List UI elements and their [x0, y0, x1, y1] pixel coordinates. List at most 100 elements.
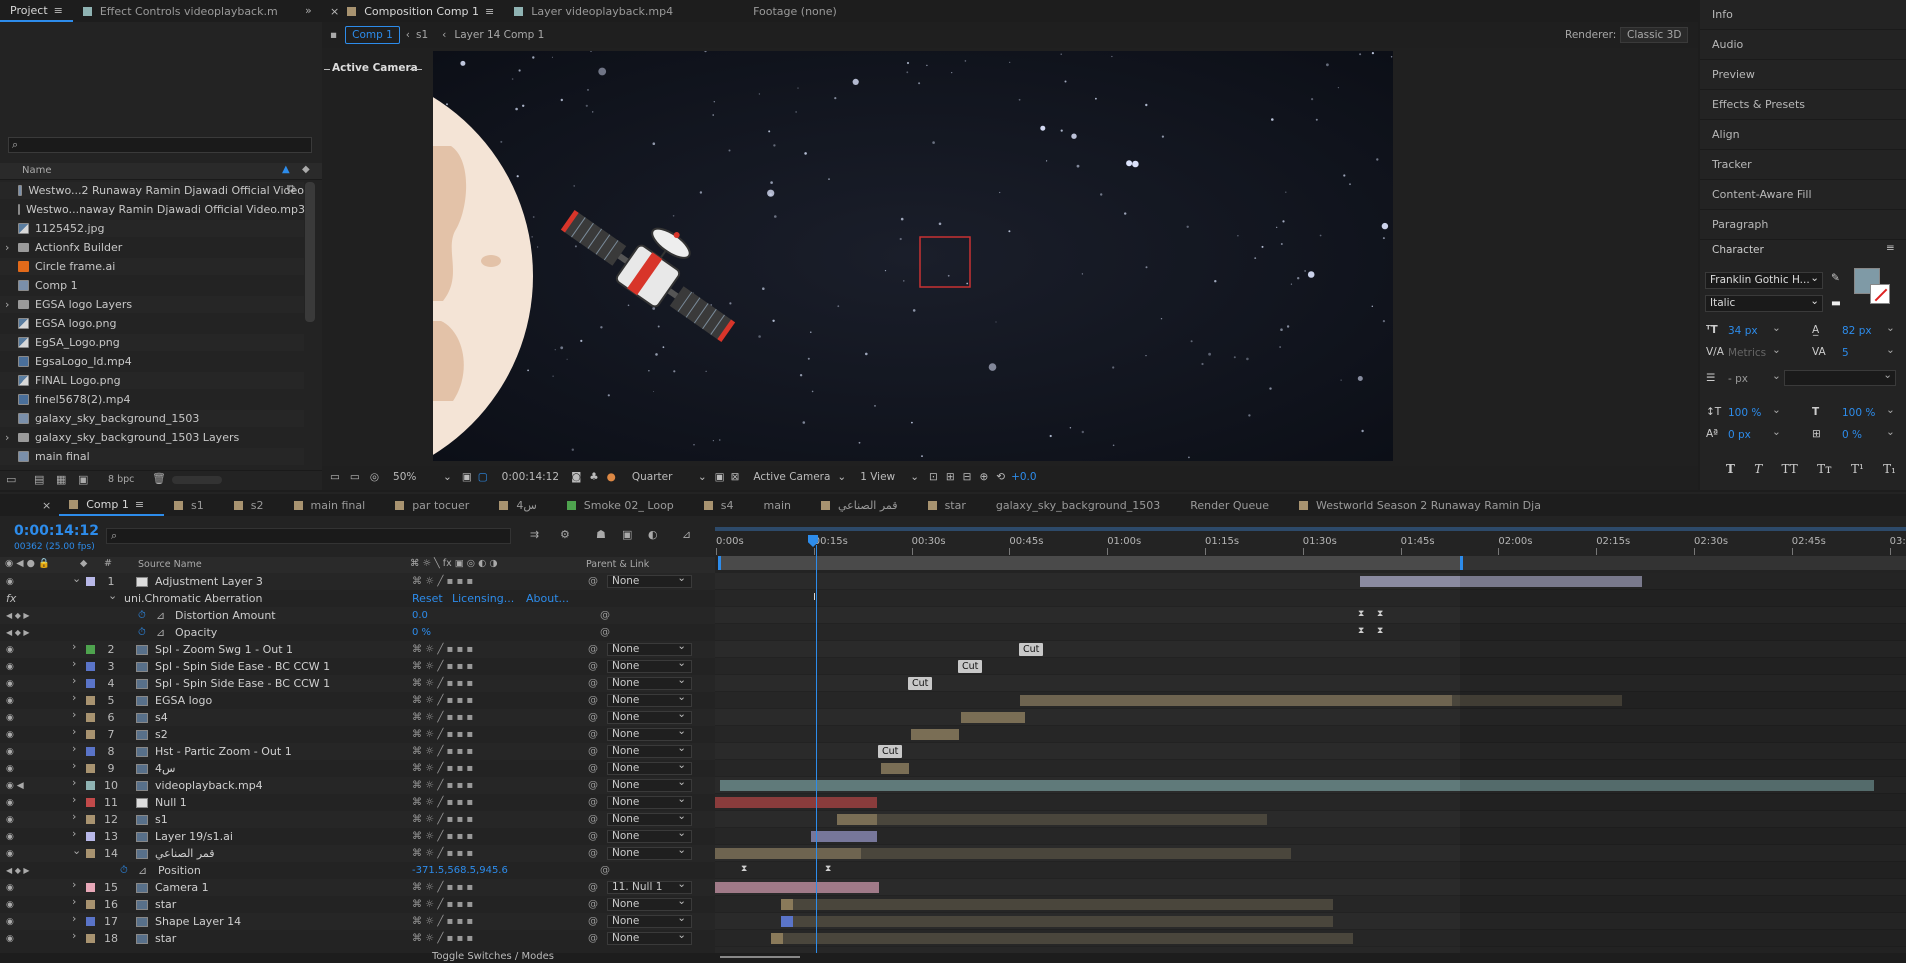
parent-dropdown[interactable]: None [607, 743, 692, 758]
project-item[interactable]: finel5678(2).mp4 [0, 391, 304, 408]
layer-name[interactable]: star [155, 932, 176, 945]
layer-row[interactable]: ◉ ⌄ 14 قمر الصناعي ⌘ ☼ ╱ ▪ ▪ ▪ @ None [0, 844, 715, 862]
menu-icon[interactable]: ≡ [485, 5, 494, 18]
panel-audio[interactable]: Audio [1700, 30, 1906, 60]
project-search-input[interactable]: ⌕ [8, 137, 312, 153]
layer-duration-bar[interactable] [1020, 695, 1452, 706]
layer-name[interactable]: videoplayback.mp4 [155, 779, 263, 792]
keyframe-navigator-icon[interactable]: ◀ ◆ ▶ [6, 611, 30, 620]
project-item[interactable]: Comp 1 [0, 277, 304, 294]
expand-arrow-icon[interactable]: ⌄ [72, 572, 81, 585]
layer-name[interactable]: s2 [155, 728, 168, 741]
timeline-timecode[interactable]: 0:00:14:12 [14, 523, 99, 539]
layer-name[interactable]: Hst - Partic Zoom - Out 1 [155, 745, 292, 758]
fast-preview-icon[interactable]: ⊞ [946, 471, 955, 483]
show-snapshot-icon[interactable]: ♣ [589, 471, 598, 483]
layer-row[interactable]: ◉ › 8 Hst - Partic Zoom - Out 1 ⌘ ☼ ╱ ▪ ▪ ▪ @… [0, 742, 715, 760]
layer-duration-bar[interactable] [715, 882, 879, 893]
label-color-swatch[interactable] [86, 764, 95, 773]
project-item[interactable]: Westwo...naway Ramin Djawadi Official Vi… [0, 201, 305, 218]
chevron-down-icon[interactable]: ⌄ [837, 471, 846, 483]
expression-pickwhip-icon[interactable]: @ [600, 865, 610, 876]
interpret-footage-icon[interactable]: ▭ [6, 473, 16, 486]
flowchart-icon[interactable]: ⧉ [287, 182, 295, 196]
layer-duration-bar[interactable] [783, 933, 1353, 944]
timeline-tab[interactable]: Smoke 02_ Loop [557, 494, 694, 516]
subscript-button[interactable]: T₁ [1883, 462, 1896, 476]
eye-icon[interactable]: ◉ [6, 815, 14, 825]
graph-icon[interactable]: ⊿ [138, 864, 147, 877]
property-row[interactable]: ◀ ◆ ▶ ⏱ ⊿ Distortion Amount 0.0 @ [0, 607, 715, 624]
eye-icon[interactable]: ◉ [6, 832, 14, 842]
project-settings-icon[interactable]: ▣ [78, 473, 88, 486]
cut-marker[interactable]: Cut [1019, 643, 1044, 656]
label-color-swatch[interactable] [86, 832, 95, 841]
chevron-down-icon[interactable]: ⌄ [1772, 344, 1781, 356]
view-layout-dropdown[interactable]: 1 View [860, 471, 910, 483]
frame-blending-icon[interactable]: ▣ [622, 528, 632, 541]
keyframe-icon[interactable]: ⧗ [825, 864, 831, 874]
new-comp-icon[interactable]: ▦ [56, 473, 66, 486]
layer-switches[interactable]: ⌘ ☼ ╱ ▪ ▪ ▪ [412, 695, 473, 706]
expression-pickwhip-icon[interactable]: @ [600, 627, 610, 638]
expand-arrow-icon[interactable]: › [72, 878, 76, 891]
timeline-tab[interactable]: par tocuer [385, 494, 489, 516]
pickwhip-icon[interactable]: @ [588, 814, 598, 825]
breadcrumb-comp1[interactable]: Comp 1 [345, 26, 400, 44]
label-color-swatch[interactable] [86, 815, 95, 824]
effect-licensing-link[interactable]: Licensing... [452, 592, 514, 605]
expand-arrow-icon[interactable]: ⌄ [72, 844, 81, 857]
layer-name[interactable]: Spl - Spin Side Ease - BC CCW 1 [155, 660, 330, 673]
layer-duration-bar[interactable] [771, 933, 783, 944]
project-item[interactable]: Westwo...2 Runaway Ramin Djawadi Officia… [0, 182, 304, 199]
font-family-dropdown[interactable]: Franklin Gothic H... ⌄ [1705, 272, 1823, 289]
faux-italic-button[interactable]: T [1754, 462, 1762, 476]
vertical-scale-value[interactable]: 100 % [1728, 407, 1761, 419]
expand-arrow-icon[interactable]: › [5, 241, 9, 254]
shy-icon[interactable]: ☗ [596, 528, 606, 541]
layer-name[interactable]: s1 [155, 813, 168, 826]
tab-project[interactable]: Project ≡ [0, 0, 73, 22]
layer-duration-bar[interactable] [715, 848, 861, 859]
chevron-down-icon[interactable]: ⌄ [910, 471, 919, 483]
pickwhip-icon[interactable]: @ [588, 763, 598, 774]
horizontal-scale-value[interactable]: 100 % [1842, 407, 1875, 419]
layer-row[interactable]: ◉ › 3 Spl - Spin Side Ease - BC CCW 1 ⌘ ☼ ╱ … [0, 657, 715, 675]
superscript-button[interactable]: T¹ [1851, 462, 1864, 476]
cut-marker[interactable]: Cut [878, 745, 903, 758]
pickwhip-icon[interactable]: @ [588, 882, 598, 893]
timeline-tab[interactable]: star [918, 494, 986, 516]
eye-icon[interactable]: ◉ [6, 679, 14, 689]
panel-paragraph[interactable]: Paragraph [1700, 210, 1906, 240]
stopwatch-icon[interactable]: ⏱ [120, 865, 128, 876]
layer-switches[interactable]: ⌘ ☼ ╱ ▪ ▪ ▪ [412, 763, 473, 774]
column-name-label[interactable]: Name [22, 165, 52, 176]
resolution-dropdown[interactable]: Quarter [632, 471, 698, 483]
stopwatch-icon[interactable]: ⏱ [138, 610, 146, 621]
expand-arrow-icon[interactable]: › [72, 776, 76, 789]
pickwhip-icon[interactable]: @ [588, 661, 598, 672]
layer-duration-bar[interactable] [861, 848, 1291, 859]
eyedropper-icon[interactable]: ✎ [1831, 272, 1840, 284]
layer-switches[interactable]: ⌘ ☼ ╱ ▪ ▪ ▪ [412, 916, 473, 927]
layer-row[interactable]: ◉ ◀ › 10 videoplayback.mp4 ⌘ ☼ ╱ ▪ ▪ ▪ @ None [0, 776, 715, 794]
mask-path-icon[interactable]: ▢ [478, 471, 488, 483]
label-color-swatch[interactable] [86, 577, 95, 586]
current-timecode[interactable]: 0:00:14:12 [502, 471, 559, 483]
property-row[interactable]: ◀ ◆ ▶ ⏱ ⊿ Opacity 0 % @ [0, 624, 715, 641]
parent-dropdown[interactable]: None [607, 811, 692, 826]
eye-icon[interactable]: ◉ [6, 713, 14, 723]
panel-overflow-icon[interactable]: » [305, 4, 312, 17]
keyframe-navigator-icon[interactable]: ◀ ◆ ▶ [6, 628, 30, 637]
transparency-grid-icon[interactable]: ⊠ [731, 471, 740, 483]
layer-duration-bar[interactable] [911, 729, 959, 740]
chevron-down-icon[interactable]: ⌄ [1772, 426, 1781, 438]
pickwhip-icon[interactable]: @ [588, 916, 598, 927]
expand-arrow-icon[interactable]: › [72, 640, 76, 653]
work-area-top-bar[interactable] [715, 527, 1906, 531]
timeline-tab[interactable]: s4 [694, 494, 754, 516]
baseline-shift-value[interactable]: 0 px [1728, 429, 1751, 441]
layer-row[interactable]: ◉ › 5 EGSA logo ⌘ ☼ ╱ ▪ ▪ ▪ @ None [0, 691, 715, 709]
zoom-dropdown[interactable]: 50% [393, 471, 441, 483]
pickwhip-icon[interactable]: @ [588, 678, 598, 689]
